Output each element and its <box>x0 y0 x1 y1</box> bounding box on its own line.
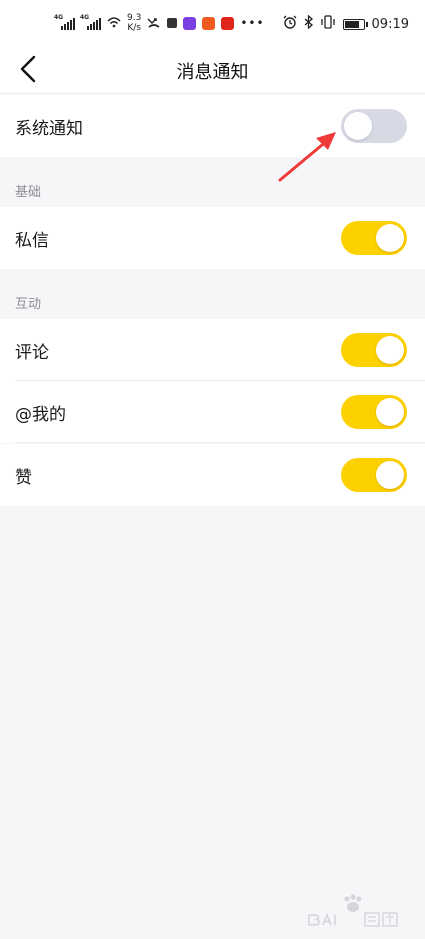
private-message-row: 私信 <box>0 207 425 269</box>
section-basic: 基础 <box>15 185 42 200</box>
baidu-watermark-icon <box>308 894 398 927</box>
missed-call-icon <box>147 16 161 31</box>
speed-value: 9.3 <box>127 13 142 23</box>
wifi-icon <box>107 16 121 31</box>
app-notification-icon <box>167 18 178 28</box>
status-left: 4G 4G 9.3 K/s ••• <box>54 13 265 33</box>
mention-row: @我的 <box>0 381 425 443</box>
network-type-2: 4G <box>80 14 90 21</box>
like-toggle[interactable] <box>341 458 407 492</box>
send-app-icon <box>202 16 216 30</box>
system-notify-row: 系统通知 <box>0 95 425 157</box>
status-right: 09:19 <box>283 14 409 33</box>
annotation-arrow-icon <box>278 132 336 182</box>
comment-toggle[interactable] <box>341 333 407 367</box>
divider <box>15 442 425 443</box>
like-label: 赞 <box>15 467 32 488</box>
private-message-label: 私信 <box>15 230 49 251</box>
signal-2: 4G <box>80 14 101 30</box>
speed-unit: K/s <box>127 23 141 33</box>
nav-header: 消息通知 <box>0 46 425 92</box>
network-speed: 9.3 K/s <box>127 13 141 33</box>
comment-row: 评论 <box>0 319 425 381</box>
mention-label: @我的 <box>15 404 66 425</box>
alarm-icon <box>283 15 297 33</box>
toggle-knob <box>376 398 404 426</box>
vibrate-icon <box>320 15 336 33</box>
status-time: 09:19 <box>371 16 409 32</box>
bluetooth-icon <box>304 14 313 33</box>
toggle-knob <box>376 224 404 252</box>
like-row: 赞 <box>0 444 425 506</box>
section-interaction: 互动 <box>15 297 42 312</box>
mention-toggle[interactable] <box>341 395 407 429</box>
signal-1: 4G <box>54 14 75 30</box>
system-notify-toggle[interactable] <box>341 109 407 143</box>
stock-app-icon <box>221 16 235 30</box>
page-title: 消息通知 <box>176 62 249 83</box>
status-bar: 4G 4G 9.3 K/s ••• 09:19 <box>0 0 425 46</box>
battery-icon <box>342 18 368 30</box>
comment-label: 评论 <box>15 342 49 363</box>
toggle-knob <box>376 461 404 489</box>
private-message-toggle[interactable] <box>341 221 407 255</box>
more-notifications-icon: ••• <box>240 16 265 30</box>
toggle-knob <box>376 336 404 364</box>
system-notify-label: 系统通知 <box>15 118 83 139</box>
network-type-1: 4G <box>54 14 64 21</box>
video-app-icon <box>183 16 197 30</box>
